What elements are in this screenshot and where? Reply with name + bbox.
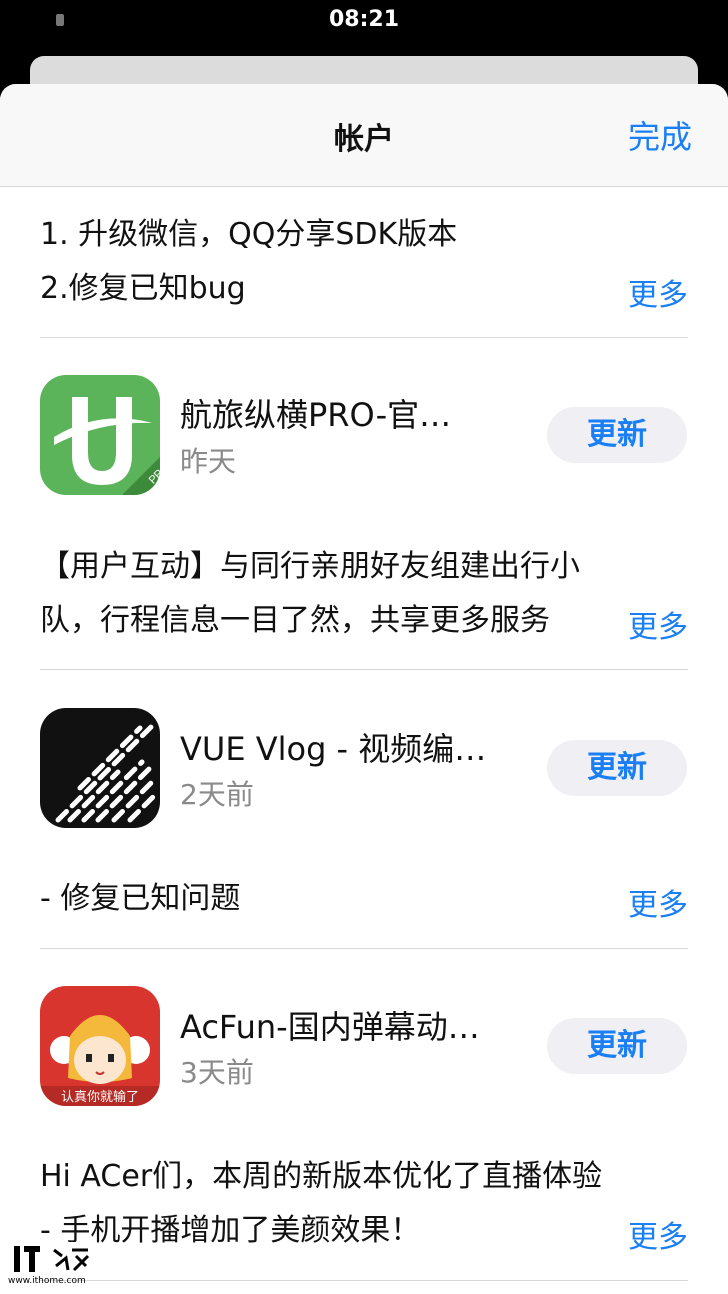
nav-bar: 帐户 完成: [0, 84, 728, 187]
app-name: VUE Vlog - 视频编…: [180, 730, 487, 768]
more-link[interactable]: 更多: [628, 880, 688, 924]
update-button[interactable]: 更新: [547, 740, 687, 796]
release-note-line: Hi ACer们，本周的新版本优化了直播体验: [40, 1159, 603, 1194]
release-note-line: - 手机开播增加了美颜效果！: [40, 1213, 421, 1248]
divider: [40, 337, 688, 338]
app-update-date: 3天前: [180, 1056, 254, 1089]
release-note: Hi ACer们，本周的新版本优化了直播体验 - 手机开播增加了美颜效果！: [40, 1150, 688, 1258]
vue-vlog-icon[interactable]: [40, 708, 160, 828]
release-note-line: 1. 升级微信，QQ分享SDK版本: [40, 217, 458, 252]
divider: [40, 669, 688, 670]
update-button[interactable]: 更新: [547, 407, 687, 463]
divider: [40, 1280, 688, 1281]
app-update-date: 昨天: [180, 445, 237, 478]
release-note-line: 队，行程信息一目了然，共享更多服务: [40, 603, 550, 638]
acfun-icon[interactable]: 认真你就输了: [40, 986, 160, 1106]
divider: [40, 948, 688, 949]
more-link[interactable]: 更多: [628, 1212, 688, 1256]
page-title: 帐户: [334, 122, 394, 157]
more-link[interactable]: 更多: [628, 270, 688, 314]
account-sheet: 帐户 完成 1. 升级微信，QQ分享SDK版本 2.修复已知bug 更多 PRO…: [0, 84, 728, 1294]
release-note: - 修复已知问题: [40, 872, 688, 926]
hanglv-zongheng-icon[interactable]: PRO: [40, 375, 160, 495]
signal-icon: [56, 14, 64, 26]
release-note: 【用户互动】与同行亲朋好友组建出行小 队，行程信息一目了然，共享更多服务: [40, 540, 688, 648]
release-note-line: 2.修复已知bug: [40, 271, 246, 306]
app-icon-label: 认真你就输了: [61, 1089, 139, 1105]
release-note: 1. 升级微信，QQ分享SDK版本 2.修复已知bug: [40, 208, 688, 316]
app-name: AcFun-国内弹幕动…: [180, 1008, 480, 1046]
release-note-line: 【用户互动】与同行亲朋好友组建出行小: [40, 549, 580, 584]
update-button[interactable]: 更新: [547, 1018, 687, 1074]
status-time: 08:21: [328, 7, 400, 32]
app-name: 航旅纵横PRO-官…: [180, 396, 452, 434]
more-link[interactable]: 更多: [628, 602, 688, 646]
release-note-line: - 修复已知问题: [40, 881, 241, 916]
app-update-date: 2天前: [180, 778, 254, 811]
watermark-url: www.ithome.com: [8, 1276, 86, 1286]
status-bar: 08:21: [0, 0, 728, 44]
done-button[interactable]: 完成: [628, 112, 692, 158]
